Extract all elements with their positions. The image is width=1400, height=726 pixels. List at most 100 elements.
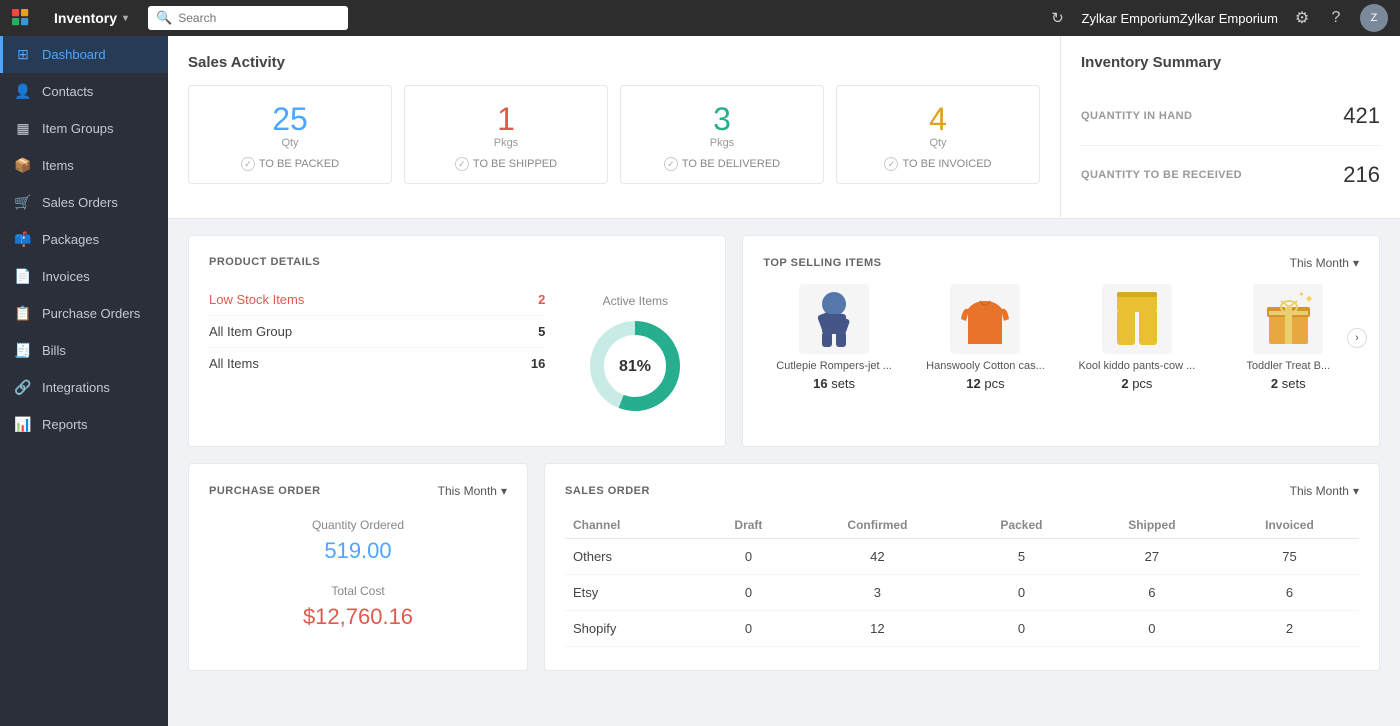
so-confirmed-1: 3 [796, 575, 959, 611]
donut-percent-text: 81% [619, 358, 651, 375]
shipped-label: ✓ TO BE SHIPPED [419, 157, 593, 171]
app-dropdown-icon[interactable]: ▾ [123, 13, 128, 24]
sidebar-item-label: Packages [42, 232, 99, 247]
main-layout: ⊞ Dashboard 👤 Contacts ▦ Item Groups 📦 I… [0, 36, 1400, 726]
invoiced-check-icon: ✓ [884, 157, 898, 171]
ts-item-name-2: Kool kiddo pants-cow ... [1066, 360, 1207, 372]
so-invoiced-0: 75 [1220, 539, 1359, 575]
app-logo[interactable]: Inventory ▾ [12, 8, 128, 28]
so-filter[interactable]: This Month ▾ [1290, 484, 1359, 498]
sidebar-item-label: Sales Orders [42, 195, 118, 210]
pd-row-1: All Item Group 5 [209, 316, 545, 348]
purchase-orders-icon: 📋 [14, 305, 32, 322]
so-col-invoiced: Invoiced [1220, 512, 1359, 539]
ts-item-0: Cutlepie Rompers-jet ... 16 sets [763, 284, 904, 391]
inv-key-0: QUANTITY IN HAND [1081, 110, 1192, 122]
invoices-icon: 📄 [14, 268, 32, 285]
ts-item-name-0: Cutlepie Rompers-jet ... [763, 360, 904, 372]
inv-row-1: QUANTITY TO BE RECEIVED 216 [1081, 146, 1380, 204]
sidebar-item-label: Purchase Orders [42, 306, 140, 321]
activity-card-invoiced[interactable]: 4 Qty ✓ TO BE INVOICED [836, 85, 1040, 184]
packed-label: ✓ TO BE PACKED [203, 157, 377, 171]
activity-card-packed[interactable]: 25 Qty ✓ TO BE PACKED [188, 85, 392, 184]
gift-box-icon: ✦ ✦ [1261, 289, 1316, 349]
delivered-check-icon: ✓ [664, 157, 678, 171]
pd-label-1: All Item Group [209, 324, 292, 339]
sidebar-item-item-groups[interactable]: ▦ Item Groups [0, 110, 168, 147]
inv-row-0: QUANTITY IN HAND 421 [1081, 87, 1380, 146]
packed-unit: Qty [203, 137, 377, 149]
sidebar-item-label: Bills [42, 343, 66, 358]
po-stat-val-1: $12,760.16 [209, 604, 507, 630]
settings-icon[interactable]: ⚙ [1292, 8, 1312, 28]
dashboard-icon: ⊞ [14, 46, 32, 63]
pd-label-2: All Items [209, 356, 259, 371]
so-shipped-2: 0 [1084, 611, 1220, 647]
sidebar-item-purchase-orders[interactable]: 📋 Purchase Orders [0, 295, 168, 332]
ts-item-img-1 [950, 284, 1020, 354]
so-packed-1: 0 [959, 575, 1084, 611]
pd-label-low-stock[interactable]: Low Stock Items [209, 292, 304, 307]
sales-order-section: SALES ORDER This Month ▾ Channel Draft C… [544, 463, 1380, 671]
table-row: Shopify 0 12 0 0 2 [565, 611, 1359, 647]
product-details-rows: Low Stock Items 2 All Item Group 5 All I… [209, 284, 545, 426]
sidebar-item-contacts[interactable]: 👤 Contacts [0, 73, 168, 110]
help-icon[interactable]: ? [1326, 8, 1346, 28]
pd-value-0: 2 [538, 292, 545, 307]
packed-check-icon: ✓ [241, 157, 255, 171]
po-stat-label-1: Total Cost [209, 584, 507, 598]
org-name[interactable]: Zylkar EmporiumZylkar Emporium [1082, 11, 1279, 26]
sidebar-item-bills[interactable]: 🧾 Bills [0, 332, 168, 369]
ts-item-3: ✦ ✦ Toddler Treat B... 2 sets [1218, 284, 1359, 391]
table-row: Others 0 42 5 27 75 [565, 539, 1359, 575]
po-stat-1: Total Cost $12,760.16 [209, 584, 507, 630]
so-invoiced-1: 6 [1220, 575, 1359, 611]
donut-area: Active Items 81% [565, 284, 705, 426]
po-filter-chevron-icon: ▾ [501, 484, 507, 498]
ts-next-button[interactable]: › [1347, 328, 1367, 348]
inventory-summary-title: Inventory Summary [1081, 54, 1380, 71]
inv-val-0: 421 [1343, 103, 1380, 129]
so-table-header-row: Channel Draft Confirmed Packed Shipped I… [565, 512, 1359, 539]
sidebar-item-packages[interactable]: 📫 Packages [0, 221, 168, 258]
so-channel-2: Shopify [565, 611, 701, 647]
so-col-packed: Packed [959, 512, 1084, 539]
avatar[interactable]: Z [1360, 4, 1388, 32]
search-input[interactable] [178, 11, 340, 25]
sidebar-item-sales-orders[interactable]: 🛒 Sales Orders [0, 184, 168, 221]
ts-item-qty-1: 12 pcs [915, 376, 1056, 391]
refresh-icon[interactable]: ↻ [1048, 8, 1068, 28]
sidebar-item-integrations[interactable]: 🔗 Integrations [0, 369, 168, 406]
delivered-label: ✓ TO BE DELIVERED [635, 157, 809, 171]
pd-value-2: 16 [531, 356, 545, 371]
search-bar[interactable]: 🔍 [148, 6, 348, 30]
po-filter[interactable]: This Month ▾ [438, 484, 507, 498]
bills-icon: 🧾 [14, 342, 32, 359]
so-packed-0: 5 [959, 539, 1084, 575]
activity-card-delivered[interactable]: 3 Pkgs ✓ TO BE DELIVERED [620, 85, 824, 184]
so-channel-1: Etsy [565, 575, 701, 611]
sidebar-item-invoices[interactable]: 📄 Invoices [0, 258, 168, 295]
sidebar-item-label: Integrations [42, 380, 110, 395]
pd-row-2: All Items 16 [209, 348, 545, 379]
zoho-logo-icon [12, 8, 48, 28]
sidebar-item-reports[interactable]: 📊 Reports [0, 406, 168, 443]
sidebar-item-dashboard[interactable]: ⊞ Dashboard [0, 36, 168, 73]
integrations-icon: 🔗 [14, 379, 32, 396]
top-selling-filter[interactable]: This Month ▾ [1290, 256, 1359, 270]
so-header: SALES ORDER This Month ▾ [565, 484, 1359, 498]
sales-activity-section: Sales Activity 25 Qty ✓ TO BE PACKED 1 [168, 36, 1060, 218]
invoiced-value: 4 [851, 102, 1025, 137]
topbar-right: ↻ Zylkar EmporiumZylkar Emporium ⚙ ? Z [1048, 4, 1389, 32]
items-icon: 📦 [14, 157, 32, 174]
sidebar: ⊞ Dashboard 👤 Contacts ▦ Item Groups 📦 I… [0, 36, 168, 726]
ts-item-img-3: ✦ ✦ [1253, 284, 1323, 354]
sidebar-item-label: Item Groups [42, 121, 114, 136]
sidebar-item-label: Reports [42, 417, 88, 432]
sidebar-item-label: Dashboard [42, 47, 106, 62]
app-name: Inventory [54, 10, 117, 26]
sidebar-item-items[interactable]: 📦 Items [0, 147, 168, 184]
so-invoiced-2: 2 [1220, 611, 1359, 647]
filter-chevron-icon: ▾ [1353, 256, 1359, 270]
activity-card-shipped[interactable]: 1 Pkgs ✓ TO BE SHIPPED [404, 85, 608, 184]
